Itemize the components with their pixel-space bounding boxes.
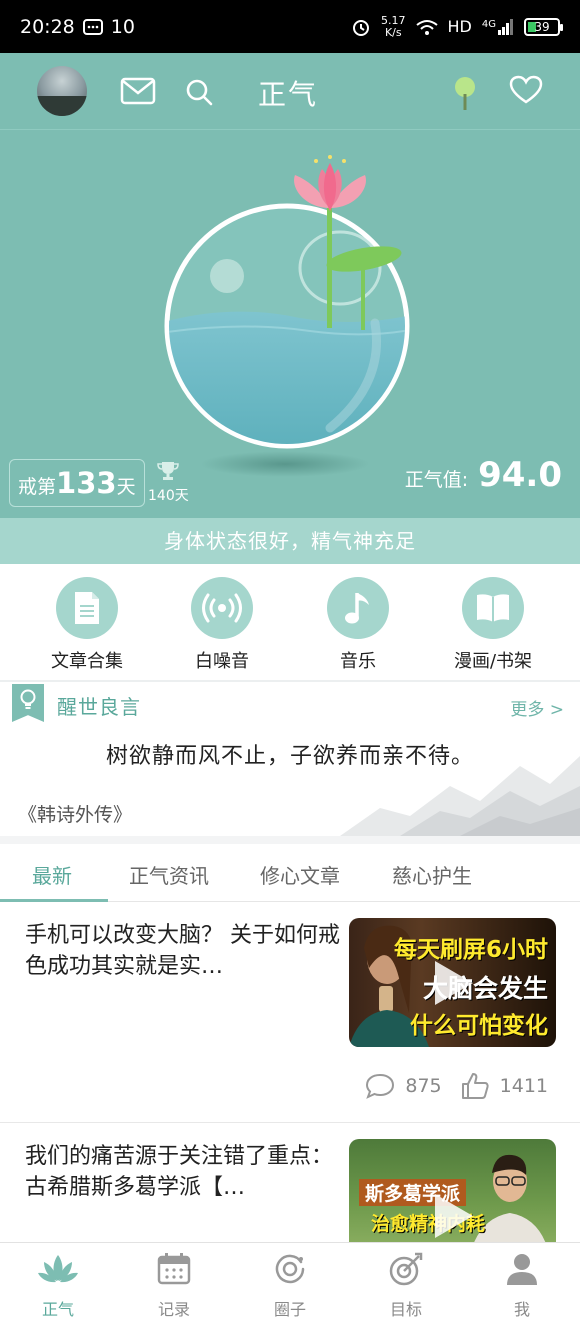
search-icon [186, 79, 213, 106]
nav-item-me[interactable]: 我 [464, 1251, 580, 1320]
page-title: 正气 [258, 78, 319, 111]
tab-compassion[interactable]: 慈心护生 [392, 860, 472, 889]
quick-action-music[interactable]: 音乐 [288, 577, 428, 673]
nav-label: 正气 [41, 1300, 74, 1319]
thumbs-up-icon[interactable] [460, 1072, 490, 1100]
comment-icon[interactable] [365, 1073, 395, 1099]
top-bar: 正气 [0, 53, 580, 130]
quick-action-label: 白噪音 [195, 651, 249, 672]
article-thumbnail[interactable]: 每天刷屏6小时 大脑会发生 什么可怕变化 [349, 918, 556, 1047]
quick-actions: 文章合集 白噪音 音乐 漫画/书架 [0, 564, 580, 682]
quote-card[interactable]: 醒世良言 更多 > 树欲静而风不止，子欲养而亲不待。 《韩诗外传》 [0, 684, 580, 836]
article-title: 我们的痛苦源于关注错了重点：古希腊斯多葛学派【… [25, 1144, 334, 1200]
lotus-icon [38, 1255, 78, 1283]
zhengqi-label: 正气值: [404, 469, 469, 491]
signal-bars-icon [498, 18, 513, 35]
quote-text: 树欲静而风不止，子欲养而亲不待。 [105, 744, 474, 769]
document-icon [75, 592, 99, 624]
streak-prefix: 戒第 [18, 476, 57, 498]
zhengqi-score: 正气值: 94.0 [405, 455, 562, 495]
open-book-icon [477, 594, 509, 622]
trophy-icon [157, 462, 180, 480]
article-card[interactable]: 手机可以改变大脑？ 关于如何戒色成功其实就是实… 每天刷屏6小时 大脑会发生 什… [0, 902, 580, 1122]
article-thumbnail[interactable]: 斯多葛学派 治愈精神内耗 [349, 1139, 556, 1242]
section-separator [0, 836, 580, 844]
play-icon [434, 1194, 473, 1238]
nav-item-circle[interactable]: 圈子 [232, 1251, 348, 1320]
nav-item-records[interactable]: 记录 [116, 1251, 232, 1320]
quick-action-white-noise[interactable]: 白噪音 [152, 577, 292, 673]
streak-suffix: 天 [116, 476, 136, 498]
streak-days: 133 [56, 466, 117, 500]
radio-waves-icon [202, 593, 242, 623]
thumbnail-caption-2: 治愈精神内耗 [371, 1213, 486, 1235]
avatar[interactable] [37, 66, 87, 116]
music-note-icon [345, 593, 369, 624]
lotus-orb-illustration[interactable] [150, 153, 420, 463]
thumbnail-caption-3: 什么可怕变化 [410, 1013, 548, 1039]
best-record-label: 140天 [148, 488, 189, 504]
target-icon [389, 1252, 423, 1286]
network-speed: 5.17 K/s [381, 13, 406, 39]
play-icon [434, 960, 473, 1005]
body-status-message: 身体状态很好，精气神充足 [0, 518, 580, 564]
notification-count: 10 [110, 15, 135, 38]
quote-more-link[interactable]: 更多 > [510, 695, 564, 720]
mail-icon [120, 77, 156, 105]
hero-panel: 正气 戒第 133 天 140天 正气值: 94.0 [0, 53, 580, 518]
nav-item-goals[interactable]: 目标 [348, 1251, 464, 1320]
best-record[interactable]: 140天 [148, 461, 189, 505]
nav-label: 圈子 [273, 1300, 306, 1319]
bottom-navigation: 正气 记录 圈子 目标 我 [0, 1242, 580, 1321]
message-notification-icon [82, 18, 103, 35]
quick-action-label: 文章合集 [51, 651, 123, 672]
mail-button[interactable] [118, 75, 158, 107]
article-stats: 875 1411 [365, 1072, 548, 1100]
tab-mindfulness-articles[interactable]: 修心文章 [260, 860, 340, 889]
article-tabs: 最新 正气资讯 修心文章 慈心护生 [0, 844, 580, 902]
quick-action-comics-bookshelf[interactable]: 漫画/书架 [423, 577, 563, 673]
quick-action-label: 音乐 [340, 651, 376, 672]
nav-item-zhengqi[interactable]: 正气 [0, 1251, 116, 1320]
like-count: 1411 [499, 1075, 548, 1097]
quick-action-label: 漫画/书架 [453, 651, 533, 672]
favorite-button[interactable] [507, 73, 545, 107]
app-screen: 20:28 10 5.17 K/s HD 4G 39 正气 戒第 133 天 1… [0, 0, 580, 1321]
network-type: HD [447, 17, 472, 36]
circle-icon [275, 1254, 305, 1284]
signal-indicator: 4G [482, 18, 514, 35]
article-title: 手机可以改变大脑？ 关于如何戒色成功其实就是实… [25, 923, 340, 979]
tab-latest[interactable]: 最新 [32, 860, 72, 889]
thumbnail-caption-1: 每天刷屏6小时 [393, 937, 548, 963]
nav-label: 记录 [157, 1300, 190, 1319]
user-icon [507, 1254, 537, 1285]
search-button[interactable] [182, 75, 216, 109]
quote-card-title: 醒世良言 [57, 695, 141, 719]
nav-label: 目标 [389, 1300, 422, 1319]
orb-shadow [200, 451, 370, 477]
quick-action-articles[interactable]: 文章合集 [17, 577, 157, 673]
status-bar: 20:28 10 5.17 K/s HD 4G 39 [0, 0, 580, 53]
tree-icon [455, 77, 475, 110]
lightbulb-badge [12, 684, 44, 722]
article-card[interactable]: 我们的痛苦源于关注错了重点：古希腊斯多葛学派【… 斯多葛学派 治愈精神内耗 [0, 1123, 580, 1242]
battery-level: 39 [534, 19, 550, 34]
nav-label: 我 [513, 1300, 530, 1319]
battery-icon: 39 [524, 17, 563, 36]
status-time: 20:28 [20, 15, 75, 38]
calendar-icon [157, 1253, 191, 1285]
tab-news[interactable]: 正气资讯 [129, 860, 209, 889]
heart-icon [509, 75, 543, 104]
lightbulb-icon [20, 689, 36, 709]
streak-counter[interactable]: 戒第 133 天 [9, 459, 145, 507]
alarm-icon [353, 19, 370, 36]
wifi-icon [415, 19, 438, 35]
comment-count: 875 [405, 1075, 442, 1097]
quote-source: 《韩诗外传》 [18, 804, 133, 826]
zhengqi-value: 94.0 [478, 455, 562, 495]
tree-button[interactable] [450, 73, 480, 113]
